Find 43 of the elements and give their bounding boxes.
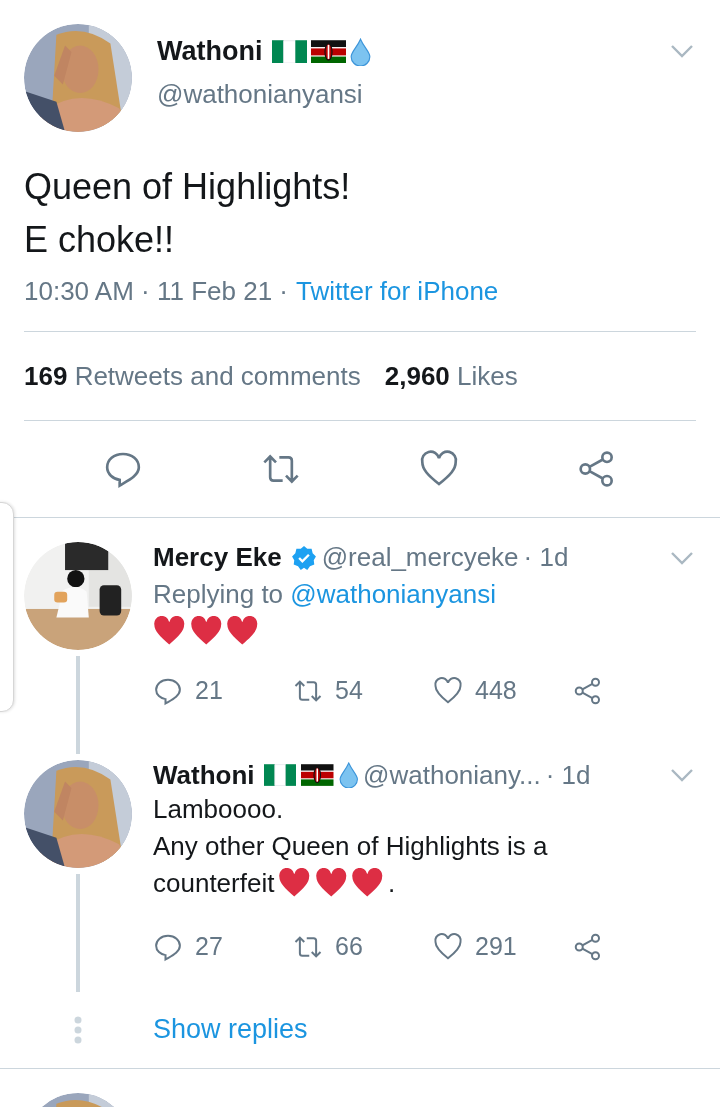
retweet-count: 54 (335, 676, 363, 706)
reply-text: . (387, 866, 396, 900)
reply-handle[interactable]: @wathoniany... (363, 759, 541, 791)
reply-author-name[interactable]: Wathoni (153, 759, 255, 791)
like-count: 291 (475, 932, 517, 962)
share-icon[interactable] (573, 931, 603, 962)
share-icon[interactable] (573, 675, 603, 706)
stat-count[interactable]: 169 Retweets and comments (24, 360, 361, 392)
nigeria-flag-icon (272, 39, 308, 64)
reply-text: counterfeit (153, 866, 275, 900)
stat-count[interactable]: 2,960 Likes (384, 360, 518, 392)
heart-emoji-icon (351, 868, 384, 899)
like-count: 448 (475, 676, 517, 706)
reply-count: 21 (195, 676, 223, 706)
kenya-flag-icon (311, 39, 347, 64)
tweet-text: Queen of Highlights! E choke!! (24, 165, 352, 262)
timestamp: 10:30 AM · 11 Feb 21 · (24, 276, 288, 307)
author-handle[interactable]: @wathonianyansi (157, 79, 670, 110)
like-icon[interactable] (433, 675, 463, 706)
like-icon[interactable] (433, 931, 463, 962)
heart-emoji-icon (278, 868, 311, 899)
source-link[interactable]: Twitter for iPhone (296, 276, 499, 307)
reply-age: · 1d (545, 759, 591, 791)
heart-emoji-icon (314, 868, 348, 899)
droplet-icon (338, 762, 359, 789)
author-name[interactable]: Wathoni (157, 36, 263, 67)
droplet-icon (350, 37, 372, 66)
retweet-count: 66 (335, 932, 363, 962)
heart-emoji-icon (153, 616, 186, 646)
kenya-flag-icon (301, 764, 334, 787)
reply-handle[interactable]: @real_mercyeke (321, 542, 519, 573)
reply-text: Any other Queen of Highlights is a (153, 829, 548, 863)
nigeria-flag-icon (263, 764, 297, 787)
reply-author-name[interactable]: Mercy Eke (153, 542, 282, 573)
heart-emoji-icon (226, 616, 259, 646)
reply-count: 27 (195, 932, 223, 962)
reply-age: · 1d (523, 542, 569, 573)
heart-emoji-icon (189, 616, 222, 646)
show-replies-link[interactable]: Show replies (153, 1014, 308, 1046)
reply-text: Lamboooo. (153, 792, 284, 826)
replying-to-text: Replying to @wathonianyansi (153, 579, 497, 610)
mention-link[interactable]: @wathonianyansi (290, 579, 496, 609)
thread-dots-icon (74, 1015, 82, 1044)
